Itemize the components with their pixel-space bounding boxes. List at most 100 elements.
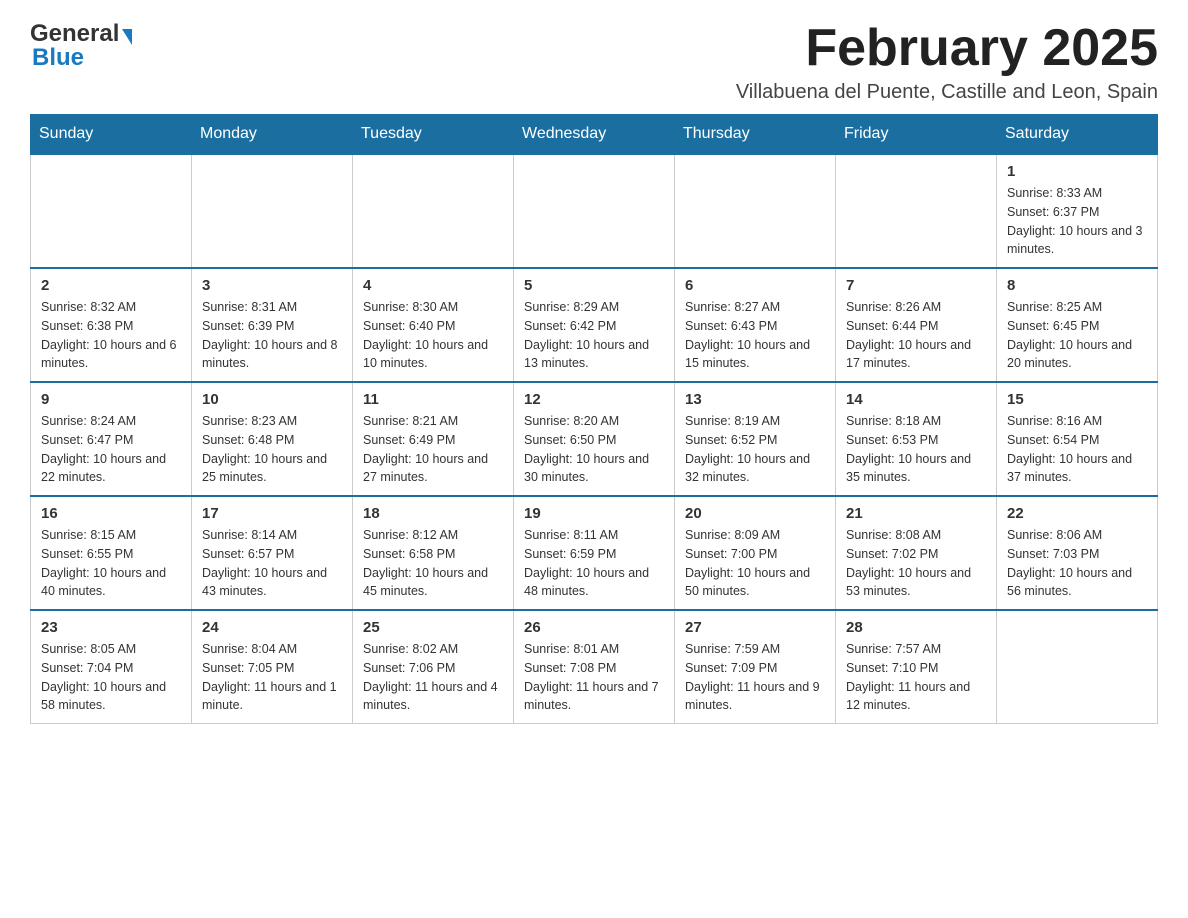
day-info: Sunrise: 8:12 AMSunset: 6:58 PMDaylight:… <box>363 526 503 601</box>
calendar-cell: 25Sunrise: 8:02 AMSunset: 7:06 PMDayligh… <box>353 610 514 724</box>
day-number: 1 <box>1007 163 1147 180</box>
calendar-cell: 28Sunrise: 7:57 AMSunset: 7:10 PMDayligh… <box>836 610 997 724</box>
day-info: Sunrise: 8:08 AMSunset: 7:02 PMDaylight:… <box>846 526 986 601</box>
week-row-1: 1 Sunrise: 8:33 AMSunset: 6:37 PMDaylight… <box>31 154 1158 268</box>
day-number: 22 <box>1007 505 1147 522</box>
day-number: 13 <box>685 391 825 408</box>
logo: General Blue <box>30 20 132 72</box>
calendar-cell: 8Sunrise: 8:25 AMSunset: 6:45 PMDaylight… <box>997 268 1158 382</box>
day-info: Sunrise: 8:24 AMSunset: 6:47 PMDaylight:… <box>41 412 181 487</box>
calendar-cell: 9 Sunrise: 8:24 AMSunset: 6:47 PMDaylight… <box>31 382 192 496</box>
logo-triangle-icon <box>122 29 132 45</box>
day-info: Sunrise: 8:04 AMSunset: 7:05 PMDaylight:… <box>202 640 342 715</box>
day-info: Sunrise: 8:27 AMSunset: 6:43 PMDaylight:… <box>685 298 825 373</box>
day-number: 7 <box>846 277 986 294</box>
day-number: 5 <box>524 277 664 294</box>
calendar-cell: 11 Sunrise: 8:21 AMSunset: 6:49 PMDayligh… <box>353 382 514 496</box>
col-header-thursday: Thursday <box>675 115 836 155</box>
day-number: 12 <box>524 391 664 408</box>
calendar-cell: 16 Sunrise: 8:15 AMSunset: 6:55 PMDayligh… <box>31 496 192 610</box>
day-info: Sunrise: 8:16 AMSunset: 6:54 PMDaylight:… <box>1007 412 1147 487</box>
calendar-cell: 5 Sunrise: 8:29 AMSunset: 6:42 PMDaylight… <box>514 268 675 382</box>
calendar-cell <box>997 610 1158 724</box>
calendar-cell: 15 Sunrise: 8:16 AMSunset: 6:54 PMDayligh… <box>997 382 1158 496</box>
day-info: Sunrise: 8:15 AMSunset: 6:55 PMDaylight:… <box>41 526 181 601</box>
calendar-cell: 21 Sunrise: 8:08 AMSunset: 7:02 PMDayligh… <box>836 496 997 610</box>
day-info: Sunrise: 8:21 AMSunset: 6:49 PMDaylight:… <box>363 412 503 487</box>
day-number: 11 <box>363 391 503 408</box>
day-info: Sunrise: 8:23 AMSunset: 6:48 PMDaylight:… <box>202 412 342 487</box>
calendar-cell: 17Sunrise: 8:14 AMSunset: 6:57 PMDayligh… <box>192 496 353 610</box>
day-info: Sunrise: 8:25 AMSunset: 6:45 PMDaylight:… <box>1007 298 1147 373</box>
day-info: Sunrise: 8:20 AMSunset: 6:50 PMDaylight:… <box>524 412 664 487</box>
day-info: Sunrise: 8:06 AMSunset: 7:03 PMDaylight:… <box>1007 526 1147 601</box>
day-number: 15 <box>1007 391 1147 408</box>
title-block: February 2025 Villabuena del Puente, Cas… <box>736 20 1158 104</box>
day-info: Sunrise: 8:33 AMSunset: 6:37 PMDaylight:… <box>1007 184 1147 259</box>
calendar-cell <box>353 154 514 268</box>
calendar-cell: 1 Sunrise: 8:33 AMSunset: 6:37 PMDaylight… <box>997 154 1158 268</box>
calendar-cell: 14 Sunrise: 8:18 AMSunset: 6:53 PMDayligh… <box>836 382 997 496</box>
day-info: Sunrise: 8:26 AMSunset: 6:44 PMDaylight:… <box>846 298 986 373</box>
day-info: Sunrise: 7:57 AMSunset: 7:10 PMDaylight:… <box>846 640 986 715</box>
day-number: 2 <box>41 277 181 294</box>
calendar-cell: 10 Sunrise: 8:23 AMSunset: 6:48 PMDayligh… <box>192 382 353 496</box>
calendar-cell <box>514 154 675 268</box>
day-number: 26 <box>524 619 664 636</box>
day-number: 3 <box>202 277 342 294</box>
calendar-cell: 2 Sunrise: 8:32 AMSunset: 6:38 PMDaylight… <box>31 268 192 382</box>
day-info: Sunrise: 8:01 AMSunset: 7:08 PMDaylight:… <box>524 640 664 715</box>
col-header-wednesday: Wednesday <box>514 115 675 155</box>
day-info: Sunrise: 8:11 AMSunset: 6:59 PMDaylight:… <box>524 526 664 601</box>
day-number: 6 <box>685 277 825 294</box>
col-header-tuesday: Tuesday <box>353 115 514 155</box>
day-number: 18 <box>363 505 503 522</box>
day-number: 24 <box>202 619 342 636</box>
calendar-cell <box>31 154 192 268</box>
calendar-cell: 6 Sunrise: 8:27 AMSunset: 6:43 PMDaylight… <box>675 268 836 382</box>
week-row-2: 2 Sunrise: 8:32 AMSunset: 6:38 PMDaylight… <box>31 268 1158 382</box>
day-number: 25 <box>363 619 503 636</box>
calendar-cell <box>675 154 836 268</box>
day-info: Sunrise: 8:09 AMSunset: 7:00 PMDaylight:… <box>685 526 825 601</box>
week-row-3: 9 Sunrise: 8:24 AMSunset: 6:47 PMDaylight… <box>31 382 1158 496</box>
day-info: Sunrise: 8:19 AMSunset: 6:52 PMDaylight:… <box>685 412 825 487</box>
day-info: Sunrise: 7:59 AMSunset: 7:09 PMDaylight:… <box>685 640 825 715</box>
day-number: 17 <box>202 505 342 522</box>
day-info: Sunrise: 8:30 AMSunset: 6:40 PMDaylight:… <box>363 298 503 373</box>
week-row-4: 16 Sunrise: 8:15 AMSunset: 6:55 PMDayligh… <box>31 496 1158 610</box>
day-number: 9 <box>41 391 181 408</box>
day-info: Sunrise: 8:05 AMSunset: 7:04 PMDaylight:… <box>41 640 181 715</box>
location-title: Villabuena del Puente, Castille and Leon… <box>736 81 1158 104</box>
day-info: Sunrise: 8:29 AMSunset: 6:42 PMDaylight:… <box>524 298 664 373</box>
day-number: 20 <box>685 505 825 522</box>
day-number: 19 <box>524 505 664 522</box>
calendar-cell: 13 Sunrise: 8:19 AMSunset: 6:52 PMDayligh… <box>675 382 836 496</box>
day-info: Sunrise: 8:32 AMSunset: 6:38 PMDaylight:… <box>41 298 181 373</box>
day-number: 21 <box>846 505 986 522</box>
calendar-cell: 27 Sunrise: 7:59 AMSunset: 7:09 PMDayligh… <box>675 610 836 724</box>
calendar-cell: 4Sunrise: 8:30 AMSunset: 6:40 PMDaylight… <box>353 268 514 382</box>
day-number: 14 <box>846 391 986 408</box>
col-header-monday: Monday <box>192 115 353 155</box>
calendar-cell: 7 Sunrise: 8:26 AMSunset: 6:44 PMDaylight… <box>836 268 997 382</box>
month-title: February 2025 <box>736 20 1158 77</box>
col-header-friday: Friday <box>836 115 997 155</box>
calendar-cell: 20 Sunrise: 8:09 AMSunset: 7:00 PMDayligh… <box>675 496 836 610</box>
calendar-cell: 19 Sunrise: 8:11 AMSunset: 6:59 PMDayligh… <box>514 496 675 610</box>
day-info: Sunrise: 8:18 AMSunset: 6:53 PMDaylight:… <box>846 412 986 487</box>
calendar-cell: 12 Sunrise: 8:20 AMSunset: 6:50 PMDayligh… <box>514 382 675 496</box>
calendar-cell: 18 Sunrise: 8:12 AMSunset: 6:58 PMDayligh… <box>353 496 514 610</box>
day-number: 16 <box>41 505 181 522</box>
day-info: Sunrise: 8:31 AMSunset: 6:39 PMDaylight:… <box>202 298 342 373</box>
day-number: 10 <box>202 391 342 408</box>
day-number: 23 <box>41 619 181 636</box>
day-number: 27 <box>685 619 825 636</box>
calendar-cell: 23 Sunrise: 8:05 AMSunset: 7:04 PMDayligh… <box>31 610 192 724</box>
calendar-header-row: SundayMondayTuesdayWednesdayThursdayFrid… <box>31 115 1158 155</box>
calendar-table: SundayMondayTuesdayWednesdayThursdayFrid… <box>30 114 1158 724</box>
logo-blue-text: Blue <box>32 44 84 72</box>
calendar-cell <box>192 154 353 268</box>
week-row-5: 23 Sunrise: 8:05 AMSunset: 7:04 PMDayligh… <box>31 610 1158 724</box>
col-header-saturday: Saturday <box>997 115 1158 155</box>
